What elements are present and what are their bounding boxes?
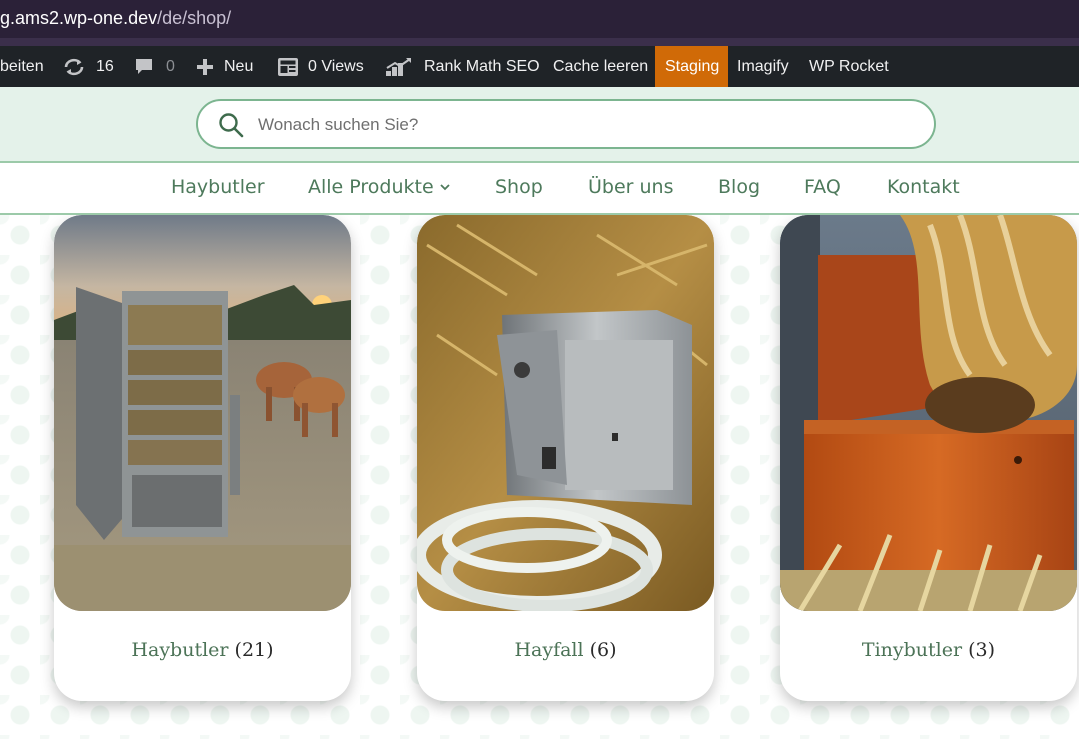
nav-label: Über uns [588, 176, 674, 198]
nav-item-blog[interactable]: Blog [718, 176, 760, 198]
category-title-tinybutler[interactable]: Tinybutler (3) [780, 639, 1077, 661]
shop-content: Haybutler (21) Hayfall (6) Tinybutler (3… [0, 215, 1079, 739]
category-count: (3) [968, 639, 996, 661]
nav-item-haybutler[interactable]: Haybutler [171, 176, 265, 198]
nav-label: Blog [718, 176, 760, 198]
updates-icon [64, 58, 84, 75]
search-input[interactable] [258, 111, 898, 139]
admin-imagify-item[interactable]: Imagify [737, 46, 789, 87]
wp-admin-bar: beiten 16 0 Neu 0 Views Rank Math SEO Ca… [0, 46, 1079, 87]
category-image-hayfall[interactable] [417, 215, 714, 611]
admin-views-item[interactable]: 0 Views [277, 46, 364, 87]
category-count: (21) [234, 639, 274, 661]
admin-edit-item[interactable]: beiten [0, 46, 44, 87]
nav-item-ueber-uns[interactable]: Über uns [588, 176, 674, 198]
nav-label: Alle Produkte [308, 176, 434, 198]
category-card-hayfall[interactable]: Hayfall (6) [417, 215, 714, 701]
admin-edit-label: beiten [0, 57, 44, 75]
admin-cache-item[interactable]: Cache leeren [553, 46, 648, 87]
category-name: Tinybutler [861, 639, 963, 661]
nav-item-alle-produkte[interactable]: Alle Produkte [308, 176, 450, 198]
admin-wp-rocket-item[interactable]: WP Rocket [809, 46, 889, 87]
new-label: Neu [224, 57, 254, 75]
browser-address-bar[interactable]: g.ams2.wp-one.dev/de/shop/ [0, 0, 1079, 38]
search-box[interactable] [196, 99, 936, 149]
url-text[interactable]: g.ams2.wp-one.dev/de/shop/ [0, 8, 231, 29]
browser-divider [0, 38, 1079, 46]
category-image-haybutler[interactable] [54, 215, 351, 611]
admin-rankmath-item[interactable]: Rank Math SEO [385, 46, 540, 87]
admin-new-item[interactable]: Neu [196, 46, 253, 87]
nav-label: Kontakt [887, 176, 960, 198]
nav-item-faq[interactable]: FAQ [804, 176, 841, 198]
admin-comments-item[interactable]: 0 [134, 46, 175, 87]
views-label: 0 Views [308, 57, 364, 75]
nav-label: Haybutler [171, 176, 265, 198]
updates-count: 16 [96, 57, 114, 75]
chevron-down-icon [440, 184, 450, 191]
category-title-hayfall[interactable]: Hayfall (6) [417, 639, 714, 661]
category-card-haybutler[interactable]: Haybutler (21) [54, 215, 351, 701]
url-host: g.ams2.wp-one.dev [0, 8, 158, 28]
plus-icon [197, 58, 213, 75]
imagify-label: Imagify [737, 57, 789, 75]
category-count: (6) [589, 639, 617, 661]
cache-label: Cache leeren [553, 57, 649, 75]
category-title-haybutler[interactable]: Haybutler (21) [54, 639, 351, 661]
admin-updates-item[interactable]: 16 [62, 46, 114, 87]
comment-icon [136, 58, 152, 74]
search-band [0, 87, 1079, 161]
nav-item-shop[interactable]: Shop [495, 176, 543, 198]
category-image-tinybutler[interactable] [780, 215, 1077, 611]
rank-math-label: Rank Math SEO [424, 57, 540, 75]
category-card-tinybutler[interactable]: Tinybutler (3) [780, 215, 1077, 701]
search-icon [219, 113, 244, 138]
category-name: Haybutler [131, 639, 229, 661]
nav-label: Shop [495, 176, 543, 198]
comments-count: 0 [166, 57, 175, 75]
wp-rocket-label: WP Rocket [809, 57, 889, 75]
views-icon [278, 57, 298, 76]
url-path: /de/shop/ [157, 8, 232, 28]
nav-label: FAQ [804, 176, 841, 198]
rank-math-icon [386, 57, 411, 76]
category-name: Hayfall [514, 639, 584, 661]
staging-label: Staging [665, 57, 720, 75]
nav-item-kontakt[interactable]: Kontakt [887, 176, 960, 198]
admin-staging-item[interactable]: Staging [655, 46, 728, 87]
main-navigation: Haybutler Alle Produkte Shop Über uns Bl… [0, 161, 1079, 215]
